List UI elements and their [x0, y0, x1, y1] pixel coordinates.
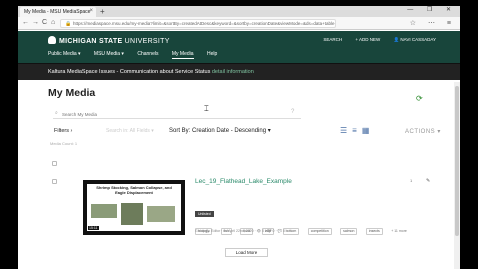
close-tab-icon[interactable]: × — [89, 8, 93, 14]
lock-icon: 🔒 — [65, 21, 72, 27]
item-checkbox[interactable] — [52, 179, 57, 184]
site-header: MICHIGAN STATE UNIVERSITY SEARCH + ADD N… — [18, 31, 460, 63]
notice-detail-link[interactable]: detail information — [212, 69, 254, 75]
load-more-button[interactable]: Load More — [225, 248, 268, 257]
scrollbar-thumb[interactable] — [455, 86, 459, 236]
list-view-icon[interactable]: ≡ — [352, 126, 362, 135]
media-meta: Group Co Editor · on April 22nd, 2020 · … — [195, 229, 285, 233]
user-menu[interactable]: 👤 NAVI CASSADAY — [394, 37, 436, 42]
header-actions: SEARCH + ADD NEW 👤 NAVI CASSADAY — [311, 37, 436, 43]
table-view-icon[interactable]: ▦ — [362, 126, 375, 135]
media-title-link[interactable]: Lec_19_Flathead_Lake_Example — [195, 178, 292, 185]
nav-help[interactable]: Help — [207, 51, 217, 57]
more-tags-link[interactable]: + 11 more — [391, 229, 407, 233]
spartan-helmet-icon — [48, 36, 56, 44]
nav-msu-media[interactable]: MSU Media ▾ — [94, 51, 124, 57]
header-search-button[interactable]: SEARCH — [323, 37, 342, 42]
tag[interactable]: bottom — [282, 228, 300, 235]
mouse-cursor-icon: ⌶ — [204, 104, 209, 113]
browser-nav-bar: ← → C ⌂ 🔒 https://mediaspace.msu.edu/my-… — [18, 17, 460, 30]
back-icon[interactable]: ← — [22, 19, 29, 27]
screen: My Media - MSU MediaSpace × + — ❐ ✕ ← → … — [18, 6, 460, 269]
search-bar: ⌕ — [53, 109, 301, 119]
address-bar[interactable]: 🔒 https://mediaspace.msu.edu/my-media?li… — [60, 19, 336, 28]
status-badge: Unlisted — [195, 211, 214, 217]
browser-toolbar-icons[interactable]: ☆ ⋯ ≡ — [410, 19, 456, 27]
select-all-checkbox[interactable] — [52, 161, 57, 166]
sort-dropdown[interactable]: Sort By: Creation Date - Descending ▾ — [169, 127, 271, 134]
refresh-icon[interactable]: ⟳ — [416, 94, 423, 103]
nav-my-media[interactable]: My Media — [171, 51, 194, 59]
media-thumbnail[interactable]: Shrimp Stocking, Salmon Collapse, and Ea… — [83, 180, 185, 235]
service-notice-bar: Kaltura MediaSpace Issues - Communicatio… — [18, 63, 460, 80]
window-controls[interactable]: — ❐ ✕ — [407, 6, 457, 13]
media-count: Media Count: 1 — [50, 141, 78, 146]
filters-toggle[interactable]: Filters › — [54, 128, 72, 134]
search-help-icon[interactable]: ? — [291, 109, 294, 115]
nav-public-media[interactable]: Public Media ▾ — [48, 51, 81, 57]
tag[interactable]: competition — [307, 228, 332, 235]
thumbnail-slide-title: Shrimp Stocking, Salmon Collapse, and Ea… — [96, 185, 172, 195]
msu-logo[interactable]: MICHIGAN STATE UNIVERSITY — [48, 36, 170, 45]
view-mode-toggles: ☰≡▦ — [340, 126, 374, 135]
forward-icon[interactable]: → — [32, 19, 39, 27]
search-input[interactable] — [62, 110, 282, 118]
browser-tab[interactable]: My Media - MSU MediaSpace × — [20, 7, 96, 17]
tag[interactable]: insects — [365, 228, 383, 235]
page-title: My Media — [48, 87, 96, 99]
edit-icon[interactable]: ✎ — [426, 178, 430, 184]
tag-list: biology fish food lake bottom competitio… — [195, 219, 425, 237]
thumbnail-photo — [121, 203, 143, 225]
search-icon: ⌕ — [55, 110, 58, 116]
thumbnail-photo — [147, 206, 175, 222]
nav-channels[interactable]: Channels — [137, 51, 158, 57]
home-icon[interactable]: ⌂ — [51, 19, 55, 27]
tag[interactable]: salmon — [340, 228, 358, 235]
actions-dropdown[interactable]: ACTIONS ▾ — [405, 128, 441, 135]
logo-text: MICHIGAN STATE UNIVERSITY — [59, 38, 170, 45]
add-new-button[interactable]: + ADD NEW — [355, 37, 380, 42]
main-nav: Public Media ▾ MSU Media ▾ Channels My M… — [48, 51, 229, 59]
detailed-view-icon[interactable]: ☰ — [340, 126, 352, 135]
url-text: https://mediaspace.msu.edu/my-media?limi… — [73, 21, 335, 26]
media-stats: 1 — [410, 178, 413, 183]
duration-badge: 15:11 — [88, 226, 99, 230]
thumbnail-photo — [91, 204, 117, 218]
search-in-dropdown[interactable]: Search in: All Fields ▾ — [106, 128, 154, 134]
tab-title: My Media - MSU MediaSpace — [24, 9, 91, 15]
notice-text: Kaltura MediaSpace Issues - Communicatio… — [48, 69, 254, 75]
browser-tab-bar: My Media - MSU MediaSpace × + — ❐ ✕ — [18, 6, 460, 17]
reload-icon[interactable]: C — [42, 19, 47, 27]
new-tab-button[interactable]: + — [100, 7, 105, 16]
